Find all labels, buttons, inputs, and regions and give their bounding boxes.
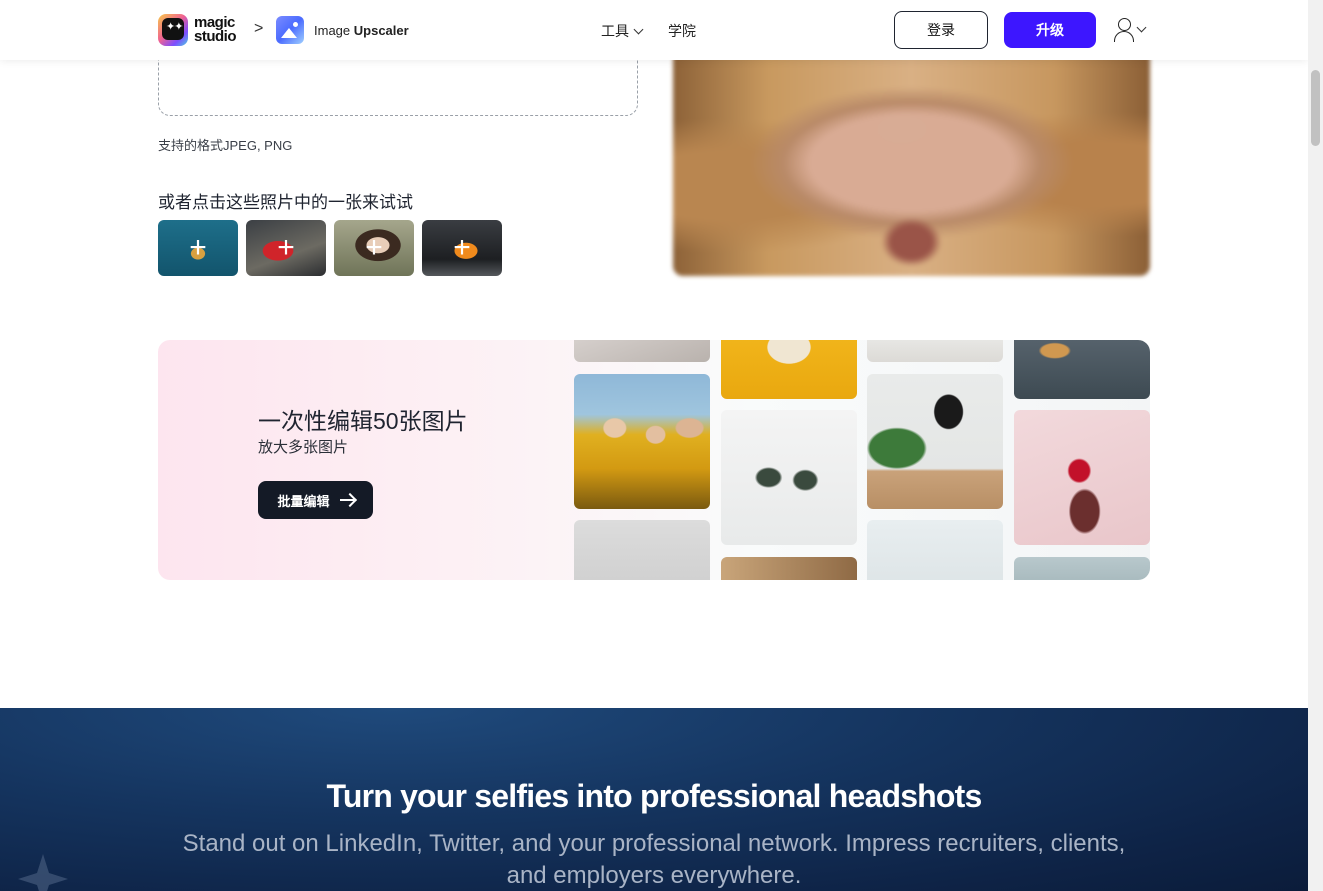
gallery-image-toy-car bbox=[721, 340, 857, 399]
chevron-down-icon bbox=[633, 24, 644, 34]
sample-image-sports-car[interactable]: + bbox=[422, 220, 502, 276]
sparkle-icon bbox=[18, 854, 68, 891]
upscale-preview-image bbox=[673, 50, 1150, 276]
gallery-image bbox=[574, 520, 710, 580]
user-icon bbox=[1114, 17, 1134, 42]
batch-title: 一次性编辑50张图片 bbox=[258, 408, 468, 434]
nav-academy[interactable]: 学院 bbox=[668, 21, 696, 41]
gallery-image bbox=[1014, 557, 1150, 580]
sample-image-soda-can[interactable]: + bbox=[246, 220, 326, 276]
supported-formats-text: 支持的格式JPEG, PNG bbox=[158, 138, 293, 153]
logo-icon: ✦✦ bbox=[158, 14, 188, 46]
try-samples-heading: 或者点击这些照片中的一张来试试 bbox=[158, 193, 413, 212]
chevron-down-icon bbox=[1136, 22, 1147, 32]
gallery-image bbox=[721, 557, 857, 580]
page: 支持的格式JPEG, PNG 或者点击这些照片中的一张来试试 + + + + 一… bbox=[0, 0, 1308, 891]
app-name[interactable]: Image Upscaler bbox=[314, 23, 409, 38]
gallery-image-basketball bbox=[1014, 340, 1150, 399]
user-menu[interactable] bbox=[1114, 17, 1147, 42]
gallery-image bbox=[867, 340, 1003, 362]
gallery-image bbox=[574, 340, 710, 362]
sample-image-woman-portrait[interactable]: + bbox=[334, 220, 414, 276]
login-button[interactable]: 登录 bbox=[894, 11, 988, 49]
headshots-section: Turn your selfies into professional head… bbox=[0, 708, 1308, 891]
batch-edit-button-label: 批量编辑 bbox=[277, 493, 330, 509]
image-upscaler-icon bbox=[276, 16, 304, 44]
scrollbar-thumb[interactable] bbox=[1311, 70, 1320, 146]
magic-studio-logo[interactable]: ✦✦ magic studio bbox=[158, 14, 237, 46]
gallery-image-sunglasses bbox=[721, 410, 857, 545]
batch-subtitle: 放大多张图片 bbox=[258, 439, 349, 456]
nav-tools[interactable]: 工具 bbox=[601, 21, 644, 41]
batch-edit-banner: 一次性编辑50张图片 放大多张图片 批量编辑 bbox=[158, 340, 1150, 580]
breadcrumb-chevron-icon: > bbox=[254, 20, 264, 37]
main-nav: 工具 学院 bbox=[601, 21, 696, 41]
headshots-subtitle: Stand out on LinkedIn, Twitter, and your… bbox=[182, 830, 1126, 889]
sample-images: + + + + bbox=[158, 220, 502, 276]
gallery-image-desk bbox=[867, 374, 1003, 509]
batch-edit-button[interactable]: 批量编辑 bbox=[258, 481, 373, 519]
gallery-image-lipstick bbox=[1014, 410, 1150, 545]
scrollbar[interactable] bbox=[1308, 0, 1323, 891]
plus-icon: + bbox=[365, 231, 383, 264]
arrow-right-icon bbox=[339, 499, 354, 501]
gallery-image bbox=[867, 520, 1003, 580]
top-header: ✦✦ magic studio > Image Upscaler 工具 学院 登… bbox=[0, 0, 1308, 60]
plus-icon: + bbox=[277, 231, 295, 264]
upgrade-button[interactable]: 升级 bbox=[1004, 12, 1096, 48]
gallery-image-sunflowers bbox=[574, 374, 710, 509]
sample-image-dog[interactable]: + bbox=[158, 220, 238, 276]
plus-icon: + bbox=[453, 231, 471, 264]
headshots-title: Turn your selfies into professional head… bbox=[326, 778, 982, 814]
plus-icon: + bbox=[189, 231, 207, 264]
logo-text: magic studio bbox=[194, 14, 237, 45]
